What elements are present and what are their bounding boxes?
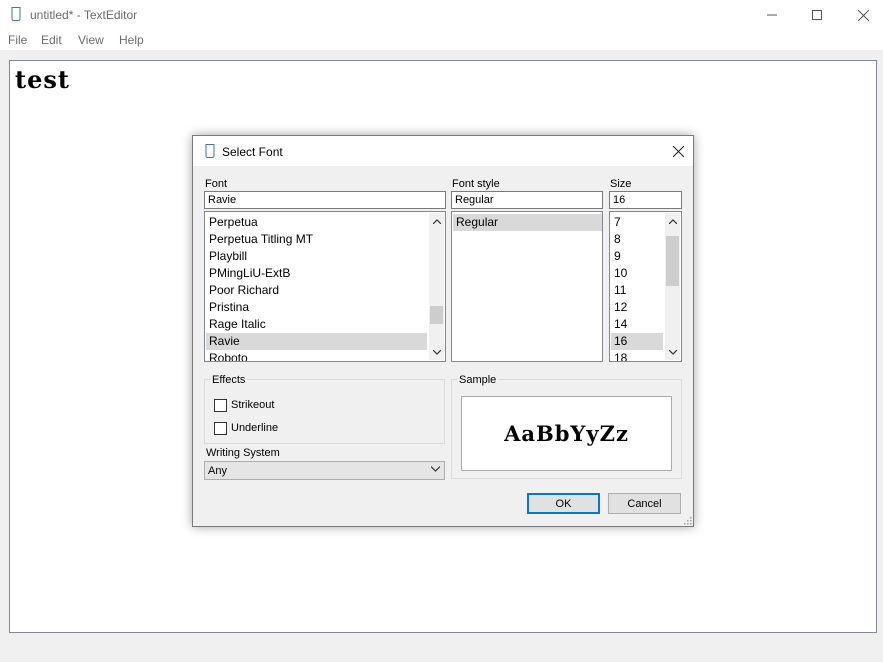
size-list-item[interactable]: 8 (614, 231, 621, 248)
underline-label[interactable]: Underline (231, 422, 278, 434)
scroll-up-arrow-icon[interactable] (665, 213, 680, 229)
size-list-item[interactable]: 9 (614, 248, 621, 265)
underline-checkbox[interactable] (214, 422, 227, 435)
dialog-titlebar: Select Font (193, 136, 693, 166)
cancel-button[interactable]: Cancel (608, 493, 681, 514)
font-name-input[interactable]: Ravie (204, 191, 446, 209)
font-list-scrollbar[interactable] (429, 213, 444, 360)
resize-grip-icon[interactable] (682, 515, 692, 525)
document-icon (205, 144, 215, 158)
effects-group (204, 379, 445, 444)
close-icon (857, 9, 869, 21)
size-label: Size (610, 178, 632, 190)
font-list-item[interactable]: Roboto (209, 350, 248, 361)
font-list-item[interactable]: Playbill (209, 248, 247, 265)
font-list-item[interactable]: Perpetua (209, 214, 258, 231)
scroll-down-arrow-icon[interactable] (429, 344, 444, 360)
size-list-item-selected[interactable]: 16 (611, 333, 663, 350)
size-list[interactable]: 7 8 9 10 11 12 14 16 18 (609, 211, 682, 362)
font-list-item[interactable]: Poor Richard (209, 282, 279, 299)
size-list-item[interactable]: 12 (614, 299, 627, 316)
minimize-button[interactable] (749, 0, 795, 30)
font-list-item[interactable]: Perpetua Titling MT (209, 231, 313, 248)
scroll-thumb[interactable] (430, 306, 443, 324)
sample-preview: AaBbYyZz (461, 396, 672, 471)
window-titlebar: untitled* - TextEditor (0, 0, 883, 30)
font-list-item[interactable]: Rage Italic (209, 316, 266, 333)
size-input[interactable]: 16 (609, 191, 682, 209)
strikeout-checkbox[interactable] (214, 399, 227, 412)
scroll-up-arrow-icon[interactable] (429, 213, 444, 229)
menu-bar: File Edit View Help (0, 30, 883, 50)
font-list[interactable]: Perpetua Perpetua Titling MT Playbill PM… (204, 211, 446, 362)
size-list-item[interactable]: 14 (614, 316, 627, 333)
writing-system-value: Any (208, 465, 227, 477)
document-icon (11, 7, 21, 21)
size-list-item[interactable]: 7 (614, 214, 621, 231)
scroll-thumb[interactable] (666, 236, 679, 286)
font-style-input[interactable]: Regular (451, 191, 603, 209)
status-bar (0, 640, 883, 662)
effects-label: Effects (210, 374, 248, 386)
font-list-item[interactable]: PMingLiU-ExtB (209, 265, 290, 282)
editor-content: test (15, 65, 70, 94)
font-label: Font (205, 178, 228, 190)
menu-help[interactable]: Help (119, 33, 144, 47)
maximize-icon (812, 10, 822, 20)
minimize-icon (767, 14, 777, 16)
close-button[interactable] (840, 0, 883, 30)
sample-text: AaBbYyZz (504, 421, 629, 446)
writing-system-label: Writing System (206, 447, 280, 459)
close-icon (672, 145, 684, 157)
chevron-down-icon (431, 466, 440, 472)
menu-edit[interactable]: Edit (41, 33, 62, 47)
ok-button[interactable]: OK (527, 493, 600, 514)
font-style-list[interactable]: Regular (451, 211, 603, 362)
select-font-dialog: Select Font Font Ravie Perpetua Perpetua… (192, 135, 694, 527)
strikeout-label[interactable]: Strikeout (231, 399, 274, 411)
size-list-item[interactable]: 10 (614, 265, 627, 282)
font-style-item-selected[interactable]: Regular (453, 214, 602, 231)
size-list-scrollbar[interactable] (665, 213, 680, 360)
font-style-label: Font style (452, 178, 500, 190)
dialog-title: Select Font (222, 145, 283, 159)
font-list-item-selected[interactable]: Ravie (206, 333, 427, 350)
maximize-button[interactable] (794, 0, 840, 30)
size-list-item[interactable]: 11 (614, 282, 626, 299)
menu-file[interactable]: File (8, 33, 27, 47)
menu-view[interactable]: View (78, 33, 104, 47)
window-title: untitled* - TextEditor (30, 8, 138, 22)
sample-label: Sample (457, 374, 499, 386)
size-list-item[interactable]: 18 (614, 350, 627, 361)
scroll-down-arrow-icon[interactable] (665, 344, 680, 360)
dialog-close-button[interactable] (663, 136, 693, 166)
writing-system-select[interactable]: Any (204, 461, 445, 480)
font-list-item[interactable]: Pristina (209, 299, 249, 316)
